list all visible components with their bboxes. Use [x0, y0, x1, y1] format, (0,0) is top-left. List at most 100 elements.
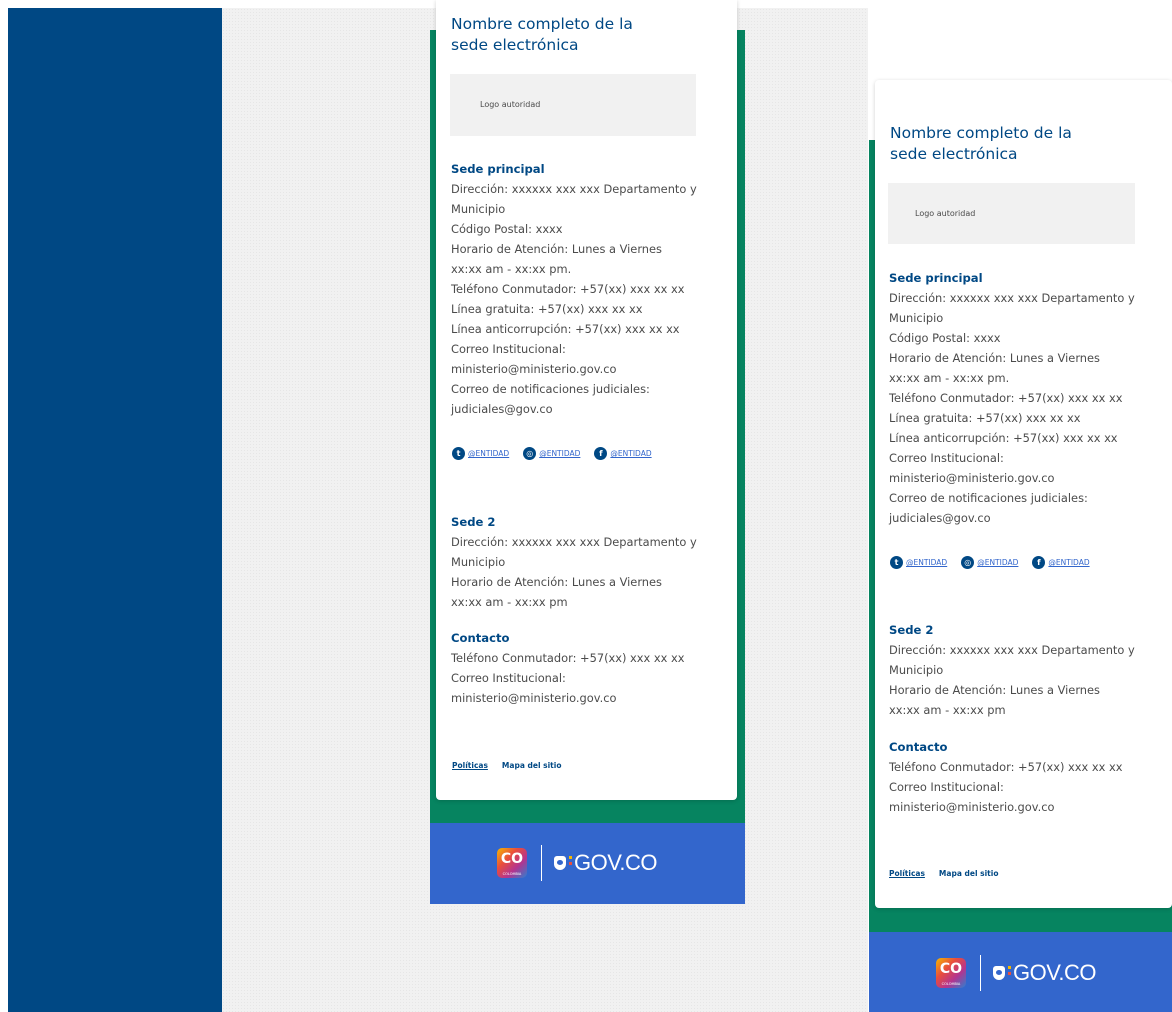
social-facebook[interactable]: f @ENTIDAD — [594, 447, 652, 460]
address-line: Municipio — [451, 202, 506, 216]
contact-heading: Contacto — [451, 631, 510, 645]
gov-logo-group: CO COLOMBIA GOV.CO — [497, 845, 658, 881]
address-line: Dirección: xxxxxx xxx xxx Departamento y — [889, 643, 1135, 657]
branch-block: Sede 2 Dirección: xxxxxx xxx xxx Departa… — [889, 620, 1172, 720]
email-label: Correo Institucional: — [889, 780, 1004, 794]
hours-line: Horario de Atención: Lunes a Viernes — [889, 351, 1100, 365]
site-title-line-2: sede electrónica — [890, 145, 1018, 163]
address-line: Municipio — [889, 663, 944, 677]
main-office-heading: Sede principal — [451, 162, 545, 176]
footer-card: Nombre completo de la sede electrónica L… — [436, 0, 737, 800]
instagram-handle-link[interactable]: @ENTIDAD — [539, 449, 580, 458]
policies-link[interactable]: Políticas — [452, 761, 488, 770]
social-links: t @ENTIDAD ◎ @ENTIDAD f @ENTIDAD — [890, 556, 1104, 569]
co-logo-text: CO — [939, 961, 963, 977]
footer-links: Políticas Mapa del sitio — [889, 869, 1012, 878]
email-value: ministerio@ministerio.gov.co — [451, 691, 617, 705]
main-office-block: Sede principal Dirección: xxxxxx xxx xxx… — [451, 159, 741, 419]
sitemap-link[interactable]: Mapa del sitio — [502, 761, 562, 770]
main-office-block: Sede principal Dirección: xxxxxx xxx xxx… — [889, 268, 1172, 528]
twitter-icon: t — [452, 447, 465, 460]
co-logo-subtext: COLOMBIA — [941, 982, 961, 986]
flag-stripe-icon — [569, 855, 572, 865]
twitter-handle-link[interactable]: @ENTIDAD — [906, 558, 947, 567]
postal-code: Código Postal: xxxx — [889, 331, 1001, 345]
social-instagram[interactable]: ◎ @ENTIDAD — [961, 556, 1018, 569]
site-title-line-2: sede electrónica — [451, 36, 579, 54]
sitemap-link[interactable]: Mapa del sitio — [939, 869, 999, 878]
address-line: Dirección: xxxxxx xxx xxx Departamento y — [889, 291, 1135, 305]
govco-logo-text[interactable]: GOV.CO — [1013, 960, 1097, 986]
judicial-email-value: judiciales@gov.co — [451, 402, 553, 416]
judicial-email-label: Correo de notificaciones judiciales: — [451, 382, 650, 396]
colombia-co-logo[interactable]: CO COLOMBIA — [936, 958, 966, 988]
logo-placeholder: Logo autoridad — [888, 183, 1135, 244]
facebook-handle-link[interactable]: @ENTIDAD — [610, 449, 651, 458]
address-line: Dirección: xxxxxx xxx xxx Departamento y — [451, 182, 697, 196]
hours-line: xx:xx am - xx:xx pm. — [889, 371, 1010, 385]
anticorruption-line: Línea anticorrupción: +57(xx) xxx xx xx — [889, 431, 1118, 445]
branch-heading: Sede 2 — [451, 515, 496, 529]
switchboard-phone: Teléfono Conmutador: +57(xx) xxx xx xx — [889, 391, 1123, 405]
social-links: t @ENTIDAD ◎ @ENTIDAD f @ENTIDAD — [452, 447, 666, 460]
email-value: ministerio@ministerio.gov.co — [889, 471, 1055, 485]
co-logo-text: CO — [500, 851, 524, 867]
instagram-icon: ◎ — [523, 447, 537, 460]
switchboard-phone: Teléfono Conmutador: +57(xx) xxx xx xx — [451, 651, 685, 665]
site-title-line-1: Nombre completo de la — [890, 124, 1072, 142]
hours-line: xx:xx am - xx:xx pm — [889, 703, 1006, 717]
coat-of-arms-icon — [993, 966, 1005, 980]
address-line: Municipio — [889, 311, 944, 325]
instagram-handle-link[interactable]: @ENTIDAD — [977, 558, 1018, 567]
site-title: Nombre completo de la sede electrónica — [451, 14, 633, 56]
twitter-icon: t — [890, 556, 903, 569]
main-office-heading: Sede principal — [889, 271, 983, 285]
anticorruption-line: Línea anticorrupción: +57(xx) xxx xx xx — [451, 322, 680, 336]
logo-divider — [980, 955, 981, 991]
email-label: Correo Institucional: — [451, 671, 566, 685]
hours-line: xx:xx am - xx:xx pm. — [451, 262, 572, 276]
policies-link[interactable]: Políticas — [889, 869, 925, 878]
site-title-line-1: Nombre completo de la — [451, 15, 633, 33]
twitter-handle-link[interactable]: @ENTIDAD — [468, 449, 509, 458]
branch-block: Sede 2 Dirección: xxxxxx xxx xxx Departa… — [451, 512, 741, 612]
logo-divider — [541, 845, 542, 881]
logo-label: Logo autoridad — [480, 100, 541, 109]
coat-of-arms-icon — [554, 856, 566, 870]
hours-line: xx:xx am - xx:xx pm — [451, 595, 568, 609]
hours-line: Horario de Atención: Lunes a Viernes — [451, 242, 662, 256]
social-twitter[interactable]: t @ENTIDAD — [452, 447, 509, 460]
hours-line: Horario de Atención: Lunes a Viernes — [889, 683, 1100, 697]
email-value: ministerio@ministerio.gov.co — [451, 362, 617, 376]
gov-logo-group: CO COLOMBIA GOV.CO — [936, 955, 1097, 991]
contact-block: Contacto Teléfono Conmutador: +57(xx) xx… — [889, 737, 1172, 817]
branch-heading: Sede 2 — [889, 623, 934, 637]
flag-stripe-icon — [1008, 965, 1011, 975]
social-twitter[interactable]: t @ENTIDAD — [890, 556, 947, 569]
logo-placeholder: Logo autoridad — [450, 74, 696, 136]
toll-free-line: Línea gratuita: +57(xx) xxx xx xx — [889, 411, 1081, 425]
email-label: Correo Institucional: — [451, 342, 566, 356]
govco-logo-text[interactable]: GOV.CO — [574, 850, 658, 876]
colombia-co-logo[interactable]: CO COLOMBIA — [497, 848, 527, 878]
logo-label: Logo autoridad — [915, 209, 976, 218]
toll-free-line: Línea gratuita: +57(xx) xxx xx xx — [451, 302, 643, 316]
email-value: ministerio@ministerio.gov.co — [889, 800, 1055, 814]
facebook-handle-link[interactable]: @ENTIDAD — [1048, 558, 1089, 567]
hours-line: Horario de Atención: Lunes a Viernes — [451, 575, 662, 589]
footer-links: Políticas Mapa del sitio — [452, 761, 575, 770]
social-facebook[interactable]: f @ENTIDAD — [1032, 556, 1090, 569]
facebook-icon: f — [1032, 556, 1046, 569]
judicial-email-label: Correo de notificaciones judiciales: — [889, 491, 1088, 505]
email-label: Correo Institucional: — [889, 451, 1004, 465]
co-logo-subtext: COLOMBIA — [502, 872, 522, 876]
switchboard-phone: Teléfono Conmutador: +57(xx) xxx xx xx — [889, 760, 1123, 774]
facebook-icon: f — [594, 447, 608, 460]
sidebar-panel — [8, 8, 222, 1012]
contact-heading: Contacto — [889, 740, 948, 754]
judicial-email-value: judiciales@gov.co — [889, 511, 991, 525]
instagram-icon: ◎ — [961, 556, 975, 569]
address-line: Municipio — [451, 555, 506, 569]
switchboard-phone: Teléfono Conmutador: +57(xx) xxx xx xx — [451, 282, 685, 296]
social-instagram[interactable]: ◎ @ENTIDAD — [523, 447, 580, 460]
